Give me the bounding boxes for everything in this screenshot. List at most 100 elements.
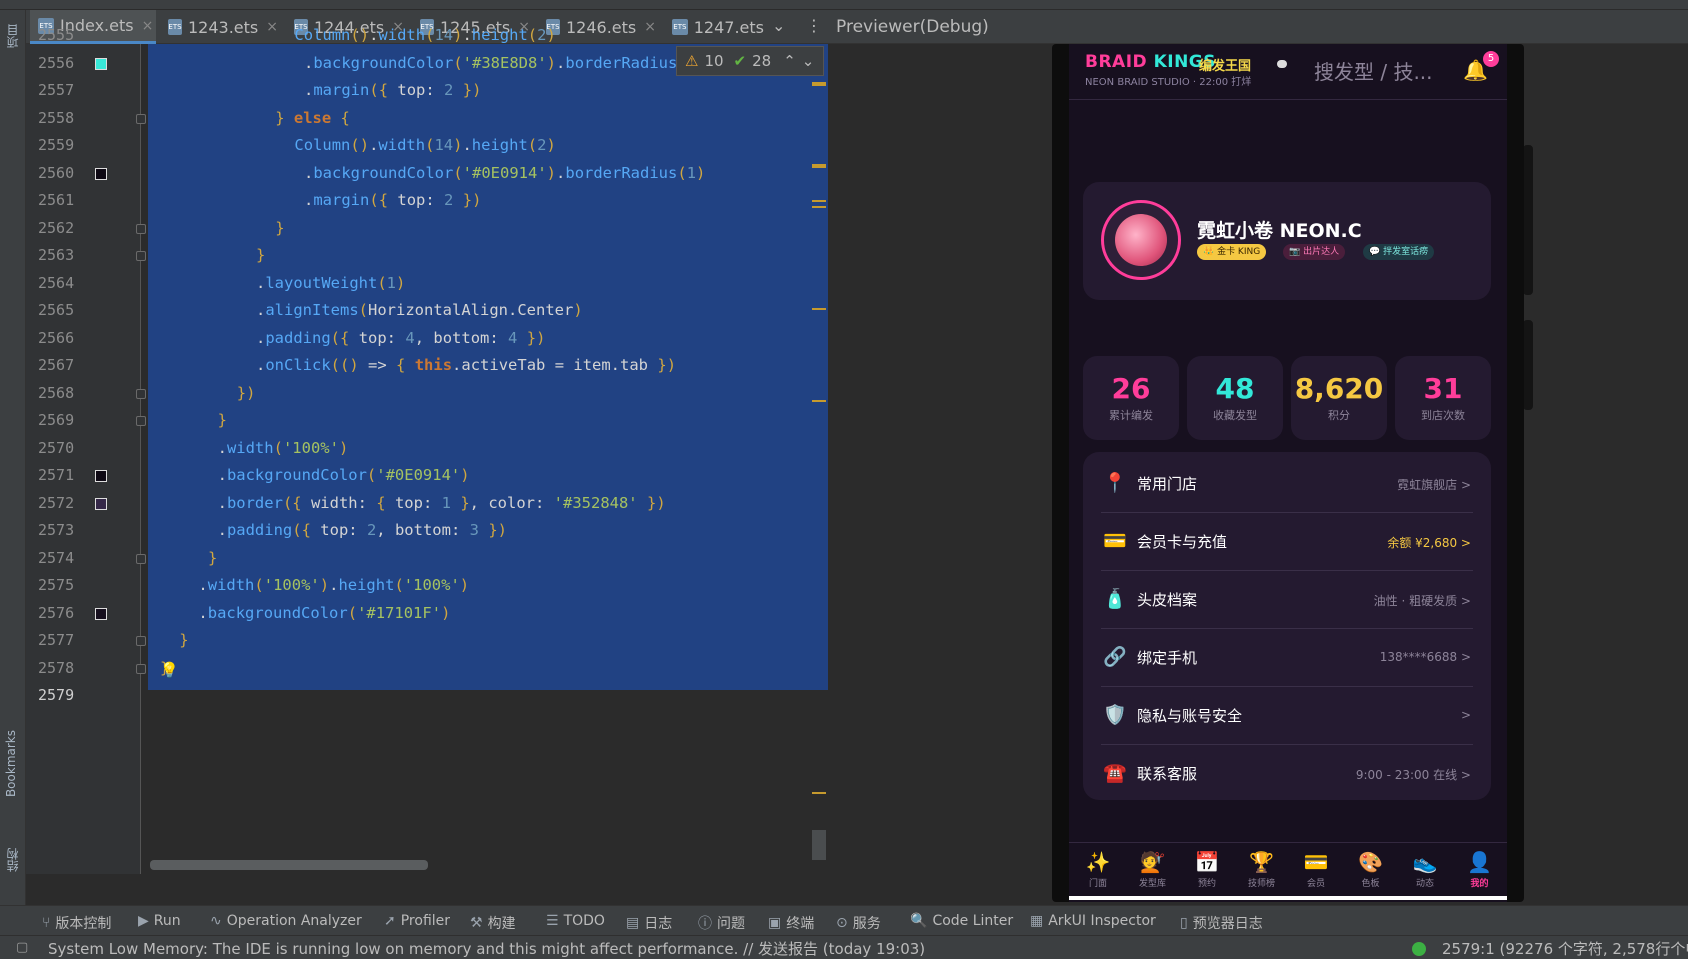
code-line[interactable]: }) [237, 384, 256, 402]
tool-window-button[interactable]: ☰ TODO [546, 913, 605, 929]
fold-marker-icon[interactable] [136, 636, 146, 646]
status-dot [1277, 60, 1287, 68]
nav-label: 我的 [1470, 879, 1489, 889]
fold-marker-icon[interactable] [136, 416, 146, 426]
code-line[interactable]: Column().width(14).height(2) [294, 136, 555, 154]
color-swatch-icon[interactable] [95, 57, 107, 70]
tool-window-button[interactable]: 🔍 Code Linter [910, 913, 1013, 929]
fold-marker-icon[interactable] [136, 388, 146, 399]
status-message[interactable]: System Low Memory: The IDE is running lo… [48, 938, 925, 959]
panel-toggle-icon[interactable]: ▢ [16, 940, 28, 955]
settings-row[interactable]: 🛡️ 隐私与账号安全 > [1101, 687, 1473, 745]
nav-item[interactable]: 🎨 色板 [1344, 850, 1398, 889]
color-swatch-icon[interactable] [95, 167, 107, 180]
line-number: 2573 [38, 521, 75, 539]
tool-window-button[interactable]: ▯ 预览器日志 [1180, 913, 1263, 933]
chevron-down-icon[interactable]: ⌄ [802, 52, 815, 70]
tool-icon: ☰ [546, 913, 559, 929]
nav-item[interactable]: 📅 预约 [1180, 850, 1234, 889]
code-line[interactable]: .margin({ top: 2 }) [304, 191, 481, 209]
nav-item[interactable]: 💳 会员 [1289, 850, 1343, 889]
inspection-widget[interactable]: ⚠ 10 ✔ 28 ⌃ ⌄ [676, 46, 824, 76]
profile-card[interactable]: 霓虹小卷 NEON.C 👑 金卡 KING 📷 出片达人 💬 拌发室话痨 [1083, 182, 1491, 300]
code-line[interactable]: .backgroundColor('#38E8D8').borderRadius… [304, 54, 705, 72]
code-line[interactable]: } [275, 219, 284, 237]
code-line[interactable]: .padding({ top: 2, bottom: 3 }) [218, 521, 507, 539]
chevron-up-icon[interactable]: ⌃ [783, 52, 796, 70]
line-number: 2570 [38, 438, 75, 457]
tool-window-button[interactable]: ⊙ 服务 [836, 913, 881, 933]
nav-item[interactable]: ✨ 门面 [1071, 850, 1125, 889]
tool-window-button[interactable]: ▣ 终端 [768, 913, 814, 933]
nav-item[interactable]: 👟 动态 [1398, 850, 1452, 889]
bookmarks-tool-label[interactable]: Bookmarks [4, 730, 18, 797]
settings-row[interactable]: 🔗 绑定手机 138****6688 > [1101, 629, 1473, 687]
error-stripe-mark [812, 164, 826, 168]
close-icon[interactable]: × [266, 19, 278, 35]
fold-marker-icon[interactable] [136, 223, 146, 234]
tool-window-button[interactable]: ⓘ 问题 [698, 913, 745, 933]
more-options-icon[interactable]: ⋮ [806, 16, 822, 35]
stat-braids[interactable]: 26 累计编发 [1083, 356, 1179, 440]
horizontal-scrollbar[interactable] [150, 860, 428, 870]
chevron-down-icon[interactable]: ⌄ [772, 16, 785, 35]
tool-icon: 🔍 [910, 913, 928, 929]
tool-window-button[interactable]: ⑂ 版本控制 [42, 913, 111, 933]
color-swatch-icon[interactable] [95, 470, 107, 482]
code-line[interactable]: } [218, 411, 227, 429]
code-line[interactable]: .layoutWeight(1) [256, 274, 405, 292]
code-line[interactable]: } [208, 549, 217, 567]
code-line[interactable]: .border({ width: { top: 1 }, color: '#35… [218, 494, 666, 512]
code-line[interactable]: .onClick(() => { this.activeTab = item.t… [256, 356, 676, 374]
avatar[interactable] [1101, 200, 1181, 280]
fold-marker-icon[interactable] [136, 251, 146, 261]
search-input[interactable]: 搜发型 / 技... [1314, 56, 1433, 85]
code-line[interactable]: } [179, 631, 188, 649]
vertical-scrollbar[interactable] [812, 830, 826, 860]
code-line[interactable]: .margin({ top: 2 }) [304, 81, 481, 99]
close-icon[interactable]: × [142, 18, 154, 34]
color-swatch-icon[interactable] [95, 497, 107, 510]
settings-row[interactable]: ☎️ 联系客服 9:00 - 23:00 在线 > [1101, 745, 1473, 803]
nav-item[interactable]: 🏆 技师榜 [1235, 850, 1289, 889]
stat-favorites[interactable]: 48 收藏发型 [1187, 356, 1283, 440]
code-line[interactable]: .backgroundColor('#0E0914').borderRadius… [304, 164, 705, 182]
settings-row[interactable]: 🧴 头皮档案 油性 · 粗硬发质 > [1101, 571, 1473, 629]
code-line[interactable]: .alignItems(HorizontalAlign.Center) [256, 301, 583, 319]
fold-marker-icon[interactable] [136, 553, 146, 564]
code-line[interactable]: .width('100%').height('100%') [198, 576, 469, 594]
lightbulb-icon[interactable]: 💡 [160, 661, 179, 679]
tab-1243[interactable]: ETS 1243.ets × [160, 10, 278, 44]
stat-visits[interactable]: 31 到店次数 [1395, 356, 1491, 440]
nav-item[interactable]: 👤 我的 [1453, 850, 1507, 889]
structure-tool-label[interactable]: 结构 [4, 848, 21, 872]
code-line[interactable]: .width('100%') [218, 439, 349, 457]
tab-1247[interactable]: ETS 1247.ets [664, 10, 764, 44]
line-number: 2559 [38, 136, 75, 154]
device-screen[interactable]: BRAID KINGS 编发王国 NEON BRAID STUDIO · 22:… [1069, 44, 1507, 902]
code-line[interactable]: } [256, 246, 265, 264]
user-name: 霓虹小卷 NEON.C [1197, 220, 1362, 242]
code-line[interactable]: .backgroundColor('#0E0914') [218, 466, 470, 484]
tool-window-button[interactable]: ▦ ArkUI Inspector [1030, 913, 1156, 929]
tool-window-button[interactable]: ▤ 日志 [626, 913, 672, 933]
line-number: 2577 [38, 631, 75, 649]
settings-row[interactable]: 💳 会员卡与充值 余额 ¥2,680 > [1101, 513, 1473, 571]
tool-window-button[interactable]: ➚ Profiler [384, 913, 450, 929]
code-line[interactable]: .padding({ top: 4, bottom: 4 }) [256, 329, 545, 347]
close-icon[interactable]: × [644, 19, 656, 35]
color-swatch-icon[interactable] [95, 607, 107, 620]
nav-item[interactable]: 💇 发型库 [1126, 850, 1180, 889]
tool-window-button[interactable]: ∿ Operation Analyzer [210, 913, 362, 929]
code-line[interactable]: .backgroundColor('#17101F') [198, 604, 450, 622]
code-line[interactable]: } else { [275, 109, 350, 127]
project-tool-label[interactable]: 项目 [4, 24, 21, 48]
stat-points[interactable]: 8,620 积分 [1291, 356, 1387, 440]
tool-window-button[interactable]: ▶ Run [138, 913, 181, 929]
fold-marker-icon[interactable] [136, 663, 146, 674]
fold-marker-icon[interactable] [136, 113, 146, 124]
caret-position[interactable]: 2579:1 (92276 个字符, 2,578行个中 [1442, 938, 1688, 959]
tool-window-button[interactable]: ⚒ 构建 [470, 913, 516, 933]
settings-row[interactable]: 📍 常用门店 霓虹旗舰店 > [1101, 455, 1473, 513]
code-line[interactable]: Column().width(14).height(2) [294, 26, 555, 44]
